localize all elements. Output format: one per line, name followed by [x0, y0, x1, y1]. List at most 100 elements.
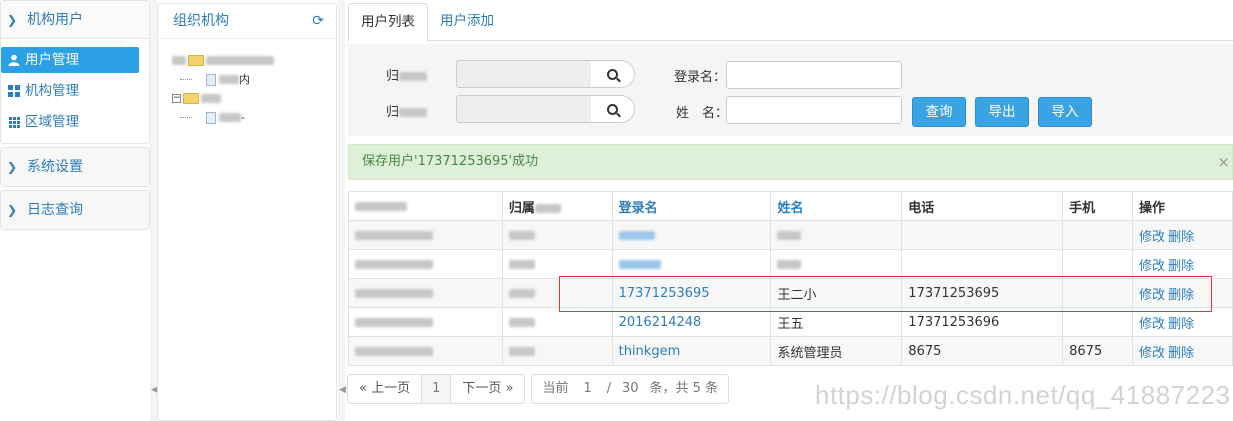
accordion-org-users: ❯ 机构用户 用户管理 机构管理 区域管理 [0, 0, 150, 144]
edit-link[interactable]: 修改 [1139, 346, 1165, 361]
next-page-button[interactable]: 下一页 » [450, 374, 526, 404]
success-alert: 保存用户'17371253695'成功 × [348, 144, 1233, 180]
search-form: 归 归 登录名： 姓 名： 查询 导出 导入 [348, 44, 1233, 136]
belong-cell [501, 336, 613, 366]
belong-input-2[interactable] [456, 95, 592, 123]
chevron-right-icon: ❯ [7, 203, 18, 217]
ops-cell: 修改 删除 [1132, 336, 1233, 366]
login-cell[interactable] [611, 249, 772, 279]
delete-link[interactable]: 删除 [1168, 346, 1194, 361]
phone-cell: 17371253695 [901, 278, 1064, 308]
login-cell[interactable] [611, 220, 772, 250]
tab-user-list[interactable]: 用户列表 [348, 3, 428, 42]
redacted-link[interactable] [618, 230, 655, 240]
login-name-input[interactable] [726, 61, 902, 89]
export-button[interactable]: 导出 [975, 97, 1029, 127]
sidebar-menu: 用户管理 机构管理 区域管理 [1, 39, 149, 135]
redacted-text [201, 94, 221, 103]
delete-link[interactable]: 删除 [1168, 317, 1194, 332]
query-button[interactable]: 查询 [912, 97, 966, 127]
collapse-icon[interactable]: − [172, 94, 181, 103]
redacted-text [355, 288, 433, 298]
belong-input-1[interactable] [456, 60, 592, 88]
tree-node-root[interactable] [172, 51, 336, 70]
belong-cell [501, 249, 613, 279]
accordion-header-org-users[interactable]: ❯ 机构用户 [1, 1, 149, 39]
tree-node-child[interactable]: - [172, 108, 336, 127]
tab-user-add[interactable]: 用户添加 [428, 3, 506, 41]
accordion-title: 机构用户 [27, 11, 83, 28]
prev-page-button[interactable]: « 上一页 [347, 374, 423, 404]
page-slash: / [606, 381, 612, 396]
sidebar-splitter[interactable]: ◀ [150, 0, 158, 421]
redacted-text [534, 203, 561, 213]
chevron-right-icon: ❯ [7, 160, 18, 174]
search-icon [607, 103, 618, 115]
name-cell: 王五 [770, 307, 903, 337]
belong-search-button-2[interactable] [591, 95, 635, 123]
mobile-cell: 8675 [1062, 336, 1134, 366]
column-header-phone: 电话 [901, 191, 1064, 221]
redacted-text [206, 56, 274, 65]
column-header-login[interactable]: 登录名 [611, 191, 772, 221]
grid-icon [7, 84, 21, 98]
delete-link[interactable]: 删除 [1168, 259, 1194, 274]
accordion-header-system-settings[interactable]: ❯ 系统设置 [1, 148, 149, 186]
phone-cell [901, 249, 1064, 279]
table-row: 2016214248 王五 17371253696 修改 删除 [348, 307, 1233, 337]
file-icon [206, 111, 216, 124]
edit-link[interactable]: 修改 [1139, 317, 1165, 332]
edit-link[interactable]: 修改 [1139, 230, 1165, 245]
column-header-belong[interactable]: 归属 [501, 191, 613, 221]
redacted-link[interactable] [618, 259, 661, 269]
tree-node-label: - [241, 111, 245, 124]
redacted-text [399, 108, 428, 117]
import-button[interactable]: 导入 [1038, 97, 1092, 127]
column-header-company[interactable] [348, 191, 503, 221]
redacted-text [219, 75, 239, 84]
page-number-input[interactable]: 1 [573, 375, 603, 403]
edit-link[interactable]: 修改 [1139, 288, 1165, 303]
grid9-icon [7, 115, 21, 129]
table-row: 修改 删除 [348, 220, 1233, 250]
tree-connector [180, 79, 192, 80]
accordion-header-log-query[interactable]: ❯ 日志查询 [1, 191, 149, 229]
close-icon[interactable]: × [1217, 145, 1230, 179]
refresh-icon[interactable]: ⟳ [312, 4, 324, 39]
belong-search-button-1[interactable] [591, 60, 635, 88]
name-cell [770, 249, 903, 279]
folder-icon [188, 55, 204, 66]
login-cell[interactable]: 2016214248 [611, 307, 772, 337]
tree-node-child[interactable]: 内 [172, 70, 336, 89]
delete-link[interactable]: 删除 [1168, 288, 1194, 303]
login-cell[interactable]: thinkgem [611, 336, 772, 366]
belong-cell [501, 220, 613, 250]
table-header-row: 归属 登录名 姓名 电话 手机 操作 [348, 191, 1233, 221]
name-input[interactable] [726, 96, 902, 124]
edit-link[interactable]: 修改 [1139, 259, 1165, 274]
redacted-text [355, 346, 433, 356]
tree-splitter[interactable]: ◀ [338, 0, 346, 421]
sidebar-item-user-management[interactable]: 用户管理 [1, 47, 139, 73]
accordion-title: 日志查询 [27, 202, 83, 218]
tree-node-folder[interactable]: − [172, 89, 336, 108]
redacted-text [355, 201, 407, 211]
sidebar-item-area-management[interactable]: 区域管理 [1, 109, 139, 135]
redacted-text [777, 230, 802, 240]
sidebar-item-label: 区域管理 [25, 114, 79, 130]
belong-cell [501, 278, 613, 308]
redacted-text [399, 72, 428, 81]
page-size-input[interactable]: 30 [615, 375, 645, 403]
current-page: 1 [421, 374, 452, 404]
redacted-text [777, 259, 802, 269]
sidebar-item-label: 用户管理 [25, 52, 79, 68]
login-cell[interactable]: 17371253695 [611, 278, 772, 308]
company-cell [348, 336, 503, 366]
belong-cell [501, 307, 613, 337]
sidebar-item-org-management[interactable]: 机构管理 [1, 78, 139, 104]
phone-cell: 17371253696 [901, 307, 1064, 337]
search-icon [607, 68, 618, 80]
delete-link[interactable]: 删除 [1168, 230, 1194, 245]
accordion-system-settings: ❯ 系统设置 [0, 147, 150, 187]
column-header-name[interactable]: 姓名 [770, 191, 903, 221]
